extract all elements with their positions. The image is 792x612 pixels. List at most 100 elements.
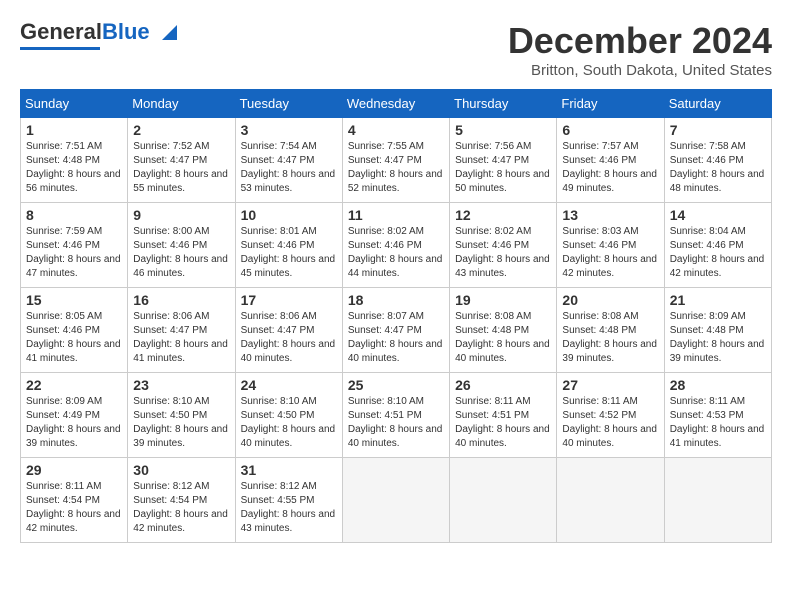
day-info: Sunrise: 7:52 AMSunset: 4:47 PMDaylight:… xyxy=(133,141,228,194)
day-number: 5 xyxy=(455,122,551,138)
day-cell-2: 2 Sunrise: 7:52 AMSunset: 4:47 PMDayligh… xyxy=(128,118,235,203)
day-cell-14: 14 Sunrise: 8:04 AMSunset: 4:46 PMDaylig… xyxy=(664,203,771,288)
day-number: 18 xyxy=(348,292,444,308)
day-number: 2 xyxy=(133,122,229,138)
day-info: Sunrise: 8:02 AMSunset: 4:46 PMDaylight:… xyxy=(348,226,443,279)
day-cell-9: 9 Sunrise: 8:00 AMSunset: 4:46 PMDayligh… xyxy=(128,203,235,288)
day-number: 9 xyxy=(133,207,229,223)
day-info: Sunrise: 8:07 AMSunset: 4:47 PMDaylight:… xyxy=(348,311,443,364)
day-cell-31: 31 Sunrise: 8:12 AMSunset: 4:55 PMDaylig… xyxy=(235,458,342,543)
day-info: Sunrise: 7:56 AMSunset: 4:47 PMDaylight:… xyxy=(455,141,550,194)
day-cell-26: 26 Sunrise: 8:11 AMSunset: 4:51 PMDaylig… xyxy=(450,373,557,458)
day-cell-5: 5 Sunrise: 7:56 AMSunset: 4:47 PMDayligh… xyxy=(450,118,557,203)
empty-cell xyxy=(450,458,557,543)
day-cell-13: 13 Sunrise: 8:03 AMSunset: 4:46 PMDaylig… xyxy=(557,203,664,288)
week-row-2: 8 Sunrise: 7:59 AMSunset: 4:46 PMDayligh… xyxy=(21,203,772,288)
day-number: 4 xyxy=(348,122,444,138)
day-number: 13 xyxy=(562,207,658,223)
location-title: Britton, South Dakota, United States xyxy=(508,62,772,79)
day-info: Sunrise: 7:59 AMSunset: 4:46 PMDaylight:… xyxy=(26,226,121,279)
day-info: Sunrise: 8:06 AMSunset: 4:47 PMDaylight:… xyxy=(133,311,228,364)
day-cell-23: 23 Sunrise: 8:10 AMSunset: 4:50 PMDaylig… xyxy=(128,373,235,458)
day-cell-3: 3 Sunrise: 7:54 AMSunset: 4:47 PMDayligh… xyxy=(235,118,342,203)
day-info: Sunrise: 8:02 AMSunset: 4:46 PMDaylight:… xyxy=(455,226,550,279)
day-number: 27 xyxy=(562,377,658,393)
empty-cell xyxy=(664,458,771,543)
day-info: Sunrise: 8:11 AMSunset: 4:54 PMDaylight:… xyxy=(26,481,121,534)
empty-cell xyxy=(557,458,664,543)
day-number: 12 xyxy=(455,207,551,223)
day-number: 28 xyxy=(670,377,766,393)
day-info: Sunrise: 8:11 AMSunset: 4:53 PMDaylight:… xyxy=(670,396,765,449)
col-header-monday: Monday xyxy=(128,90,235,118)
day-number: 23 xyxy=(133,377,229,393)
week-row-1: 1 Sunrise: 7:51 AMSunset: 4:48 PMDayligh… xyxy=(21,118,772,203)
day-cell-4: 4 Sunrise: 7:55 AMSunset: 4:47 PMDayligh… xyxy=(342,118,449,203)
day-info: Sunrise: 8:04 AMSunset: 4:46 PMDaylight:… xyxy=(670,226,765,279)
day-number: 24 xyxy=(241,377,337,393)
title-block: December 2024 Britton, South Dakota, Uni… xyxy=(508,20,772,79)
day-info: Sunrise: 8:09 AMSunset: 4:48 PMDaylight:… xyxy=(670,311,765,364)
day-info: Sunrise: 8:05 AMSunset: 4:46 PMDaylight:… xyxy=(26,311,121,364)
col-header-friday: Friday xyxy=(557,90,664,118)
day-info: Sunrise: 8:09 AMSunset: 4:49 PMDaylight:… xyxy=(26,396,121,449)
day-cell-25: 25 Sunrise: 8:10 AMSunset: 4:51 PMDaylig… xyxy=(342,373,449,458)
day-cell-21: 21 Sunrise: 8:09 AMSunset: 4:48 PMDaylig… xyxy=(664,288,771,373)
day-info: Sunrise: 7:55 AMSunset: 4:47 PMDaylight:… xyxy=(348,141,443,194)
day-number: 22 xyxy=(26,377,122,393)
day-cell-30: 30 Sunrise: 8:12 AMSunset: 4:54 PMDaylig… xyxy=(128,458,235,543)
logo-text: GeneralBlue xyxy=(20,20,150,44)
day-number: 30 xyxy=(133,462,229,478)
day-number: 26 xyxy=(455,377,551,393)
day-cell-19: 19 Sunrise: 8:08 AMSunset: 4:48 PMDaylig… xyxy=(450,288,557,373)
day-cell-12: 12 Sunrise: 8:02 AMSunset: 4:46 PMDaylig… xyxy=(450,203,557,288)
day-number: 7 xyxy=(670,122,766,138)
week-row-3: 15 Sunrise: 8:05 AMSunset: 4:46 PMDaylig… xyxy=(21,288,772,373)
month-title: December 2024 xyxy=(508,20,772,62)
day-info: Sunrise: 8:00 AMSunset: 4:46 PMDaylight:… xyxy=(133,226,228,279)
day-info: Sunrise: 7:58 AMSunset: 4:46 PMDaylight:… xyxy=(670,141,765,194)
day-info: Sunrise: 8:10 AMSunset: 4:50 PMDaylight:… xyxy=(241,396,336,449)
day-cell-15: 15 Sunrise: 8:05 AMSunset: 4:46 PMDaylig… xyxy=(21,288,128,373)
day-number: 19 xyxy=(455,292,551,308)
day-number: 15 xyxy=(26,292,122,308)
day-number: 16 xyxy=(133,292,229,308)
day-cell-27: 27 Sunrise: 8:11 AMSunset: 4:52 PMDaylig… xyxy=(557,373,664,458)
day-info: Sunrise: 7:57 AMSunset: 4:46 PMDaylight:… xyxy=(562,141,657,194)
day-info: Sunrise: 8:11 AMSunset: 4:51 PMDaylight:… xyxy=(455,396,550,449)
col-header-thursday: Thursday xyxy=(450,90,557,118)
day-cell-6: 6 Sunrise: 7:57 AMSunset: 4:46 PMDayligh… xyxy=(557,118,664,203)
day-info: Sunrise: 8:03 AMSunset: 4:46 PMDaylight:… xyxy=(562,226,657,279)
day-info: Sunrise: 7:54 AMSunset: 4:47 PMDaylight:… xyxy=(241,141,336,194)
page-header: GeneralBlue December 2024 Britton, South… xyxy=(20,20,772,79)
day-cell-17: 17 Sunrise: 8:06 AMSunset: 4:47 PMDaylig… xyxy=(235,288,342,373)
day-number: 1 xyxy=(26,122,122,138)
day-cell-28: 28 Sunrise: 8:11 AMSunset: 4:53 PMDaylig… xyxy=(664,373,771,458)
day-info: Sunrise: 8:12 AMSunset: 4:54 PMDaylight:… xyxy=(133,481,228,534)
day-number: 17 xyxy=(241,292,337,308)
day-info: Sunrise: 7:51 AMSunset: 4:48 PMDaylight:… xyxy=(26,141,121,194)
day-cell-7: 7 Sunrise: 7:58 AMSunset: 4:46 PMDayligh… xyxy=(664,118,771,203)
col-header-wednesday: Wednesday xyxy=(342,90,449,118)
day-cell-8: 8 Sunrise: 7:59 AMSunset: 4:46 PMDayligh… xyxy=(21,203,128,288)
day-info: Sunrise: 8:10 AMSunset: 4:51 PMDaylight:… xyxy=(348,396,443,449)
empty-cell xyxy=(342,458,449,543)
day-number: 8 xyxy=(26,207,122,223)
logo-icon xyxy=(152,15,182,45)
day-info: Sunrise: 8:11 AMSunset: 4:52 PMDaylight:… xyxy=(562,396,657,449)
day-cell-11: 11 Sunrise: 8:02 AMSunset: 4:46 PMDaylig… xyxy=(342,203,449,288)
day-info: Sunrise: 8:08 AMSunset: 4:48 PMDaylight:… xyxy=(455,311,550,364)
day-info: Sunrise: 8:01 AMSunset: 4:46 PMDaylight:… xyxy=(241,226,336,279)
day-cell-22: 22 Sunrise: 8:09 AMSunset: 4:49 PMDaylig… xyxy=(21,373,128,458)
calendar-table: SundayMondayTuesdayWednesdayThursdayFrid… xyxy=(20,89,772,543)
week-row-4: 22 Sunrise: 8:09 AMSunset: 4:49 PMDaylig… xyxy=(21,373,772,458)
logo: GeneralBlue xyxy=(20,20,182,50)
day-cell-16: 16 Sunrise: 8:06 AMSunset: 4:47 PMDaylig… xyxy=(128,288,235,373)
col-header-sunday: Sunday xyxy=(21,90,128,118)
day-cell-20: 20 Sunrise: 8:08 AMSunset: 4:48 PMDaylig… xyxy=(557,288,664,373)
day-number: 10 xyxy=(241,207,337,223)
day-info: Sunrise: 8:10 AMSunset: 4:50 PMDaylight:… xyxy=(133,396,228,449)
col-header-saturday: Saturday xyxy=(664,90,771,118)
day-number: 20 xyxy=(562,292,658,308)
day-number: 21 xyxy=(670,292,766,308)
